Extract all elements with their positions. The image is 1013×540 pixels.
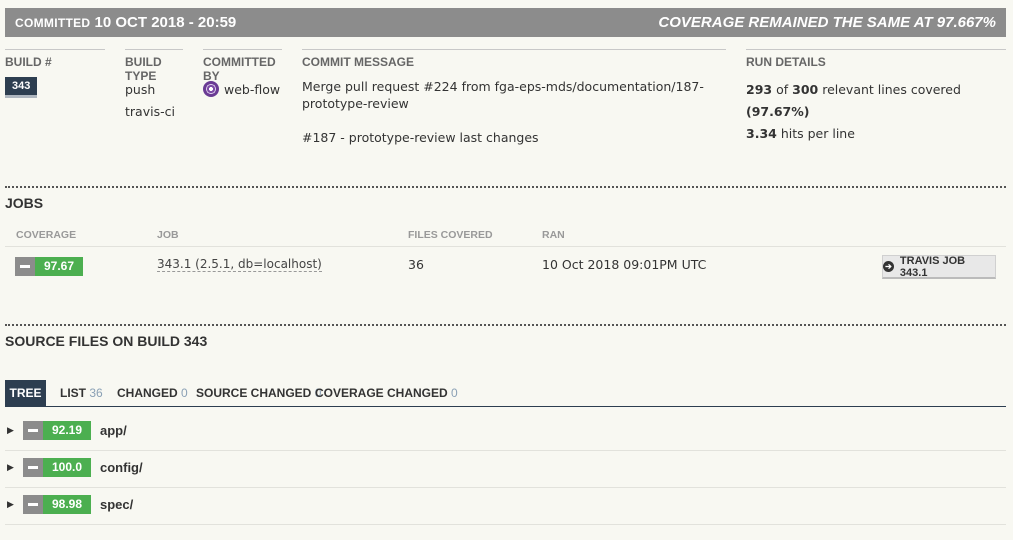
table-row-divider <box>5 246 1006 247</box>
jobs-col-coverage: COVERAGE <box>16 229 77 241</box>
job-link[interactable]: 343.1 (2.5.1, db=localhost) <box>157 257 322 272</box>
committer[interactable]: web-flow <box>203 79 282 101</box>
expand-arrow-icon[interactable]: ▶ <box>7 500 14 510</box>
build-number-heading: BUILD # <box>5 49 105 73</box>
minus-icon <box>15 257 35 276</box>
commit-message-column: COMMIT MESSAGE Merge pull request #224 f… <box>302 49 726 163</box>
divider <box>5 186 1006 188</box>
expand-arrow-icon[interactable]: ▶ <box>7 426 14 436</box>
job-files-covered: 36 <box>408 257 424 272</box>
jobs-col-job: JOB <box>157 229 179 241</box>
committed-date: 10 OCT 2018 - 20:59 <box>94 14 237 31</box>
travis-job-button-label: TRAVIS JOB 343.1 <box>899 254 966 279</box>
build-type-ci: travis-ci <box>125 104 175 119</box>
expand-arrow-icon[interactable]: ▶ <box>7 463 14 473</box>
source-files-title: SOURCE FILES ON BUILD 343 <box>5 333 208 349</box>
tree-coverage-value: 100.0 <box>43 458 92 477</box>
tree-folder-name[interactable]: spec/ <box>100 497 133 512</box>
tree-coverage-badge: 92.19 <box>23 421 92 440</box>
jobs-col-files: FILES COVERED <box>408 229 493 241</box>
lines-covered: 293 <box>746 82 773 97</box>
lines-total: 300 <box>792 82 819 97</box>
tab-coverage-changed-count: 0 <box>451 386 458 400</box>
commit-message-heading: COMMIT MESSAGE <box>302 49 726 73</box>
committed-by-column: COMMITTED BY web-flow <box>203 49 282 101</box>
tree-folder-name[interactable]: app/ <box>100 423 127 438</box>
tab-source-changed[interactable]: SOURCE CHANGED 0 <box>196 380 321 406</box>
tree-row-config[interactable]: ▶ 100.0 config/ <box>5 450 1006 488</box>
tab-coverage-changed[interactable]: COVERAGE CHANGED 0 <box>315 380 458 406</box>
avatar <box>203 81 219 97</box>
source-files-tabs: TREE LIST 36 CHANGED 0 SOURCE CHANGED 0 … <box>5 380 1006 407</box>
tab-coverage-changed-label: COVERAGE CHANGED <box>315 386 448 400</box>
run-details-column: RUN DETAILS 293 of 300 relevant lines co… <box>746 49 1006 145</box>
hits-per-line: 3.34 <box>746 126 777 141</box>
commit-message-line-1: Merge pull request #224 from fga-eps-mds… <box>302 79 704 111</box>
run-details-heading: RUN DETAILS <box>746 49 1006 73</box>
commit-message-line-2: #187 - prototype-review last changes <box>302 130 539 145</box>
tab-list-label: LIST <box>60 386 86 400</box>
tab-changed-count: 0 <box>181 386 188 400</box>
of-text: of <box>776 82 789 97</box>
committed-info: COMMITTED 10 OCT 2018 - 20:59 <box>15 14 236 31</box>
coverage-status: COVERAGE REMAINED THE SAME AT 97.667% <box>658 14 996 31</box>
tree-folder-name[interactable]: config/ <box>100 460 143 475</box>
travis-job-button[interactable]: ➔ TRAVIS JOB 343.1 <box>882 255 996 279</box>
tree-row-spec[interactable]: ▶ 98.98 spec/ <box>5 487 1006 525</box>
tab-list-count: 36 <box>89 386 103 400</box>
minus-icon <box>23 421 43 440</box>
committed-by-heading: COMMITTED BY <box>203 49 282 83</box>
hits-text: hits per line <box>780 126 855 141</box>
lines-covered-line: 293 of 300 relevant lines covered (97.67… <box>746 79 1006 123</box>
build-type-push: push <box>125 82 156 97</box>
commit-message: Merge pull request #224 from fga-eps-mds… <box>302 78 726 146</box>
hits-line: 3.34 hits per line <box>746 123 1006 145</box>
tab-changed[interactable]: CHANGED 0 <box>117 380 188 406</box>
tree-coverage-badge: 98.98 <box>23 495 92 514</box>
minus-icon <box>23 495 43 514</box>
tab-tree-label: TREE <box>9 386 42 400</box>
tab-list[interactable]: LIST 36 <box>60 380 103 406</box>
jobs-col-ran: RAN <box>542 229 565 241</box>
tab-source-changed-label: SOURCE CHANGED <box>196 386 312 400</box>
tab-changed-label: CHANGED <box>117 386 178 400</box>
run-details: 293 of 300 relevant lines covered (97.67… <box>746 79 1006 145</box>
divider <box>5 324 1006 326</box>
tree-coverage-badge: 100.0 <box>23 458 92 477</box>
minus-icon <box>23 458 43 477</box>
build-number-column: BUILD # 343 <box>5 49 105 98</box>
tree-row-app[interactable]: ▶ 92.19 app/ <box>5 413 1006 451</box>
tree-coverage-value: 98.98 <box>43 495 92 514</box>
relevant-text: relevant lines covered <box>822 82 961 97</box>
build-header-bar: COMMITTED 10 OCT 2018 - 20:59 COVERAGE R… <box>5 8 1006 37</box>
build-type-column: BUILD TYPE push travis-ci <box>125 49 183 123</box>
tab-tree[interactable]: TREE <box>5 380 46 406</box>
coverage-percent: (97.67%) <box>746 104 810 119</box>
arrow-right-circle-icon: ➔ <box>883 261 894 272</box>
job-coverage-badge: 97.67 <box>15 257 84 276</box>
build-number-badge[interactable]: 343 <box>5 77 38 98</box>
tree-coverage-value: 92.19 <box>43 421 92 440</box>
committer-name[interactable]: web-flow <box>224 82 280 97</box>
build-type-values: push travis-ci <box>125 79 183 123</box>
build-type-heading: BUILD TYPE <box>125 49 183 83</box>
job-ran-time: 10 Oct 2018 09:01PM UTC <box>542 257 707 272</box>
job-coverage-value: 97.67 <box>35 257 84 276</box>
jobs-title: JOBS <box>5 195 44 211</box>
committed-label: COMMITTED <box>15 16 91 30</box>
